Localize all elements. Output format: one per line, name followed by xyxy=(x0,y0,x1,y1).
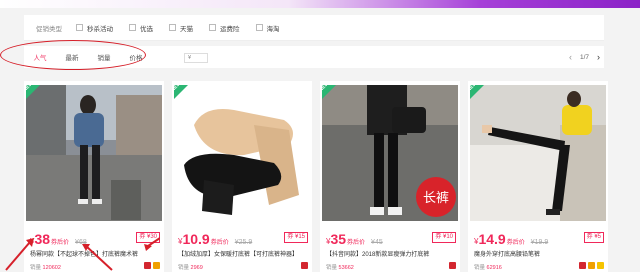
original-price: ¥19.9 xyxy=(530,239,549,246)
sales-count: 销量 2969 xyxy=(178,265,203,271)
checkbox[interactable] xyxy=(129,24,136,31)
product-card[interactable]: NEW ¥ 14.9 券后价 ¥19.9 券 ¥5 魔身外穿打底高腰铅笔裤 销量… xyxy=(468,81,608,272)
product-card[interactable]: 长裤 NEW ¥ 35 券后价 ¥45 券 ¥10 【抖音同款】2018新款显瘦… xyxy=(320,81,460,272)
top-gradient-banner xyxy=(0,0,640,8)
product-title[interactable]: 杨幂同款【不起球不掉色】打底裤魔术裤 xyxy=(30,249,160,258)
gold-medal-icon xyxy=(588,262,595,269)
pager: ‹ 1/7 › xyxy=(569,52,600,62)
price: 35 xyxy=(330,231,347,247)
gold-medal-icon xyxy=(153,262,160,269)
product-image[interactable]: 长裤 NEW xyxy=(322,85,458,221)
sales-count: 销量 53662 xyxy=(326,265,354,271)
product-card[interactable]: NEW ¥ 38 券后价 ¥68 券 ¥30 杨幂同款【不起球不掉色】打底裤魔术… xyxy=(24,81,164,272)
sales-count: 销量 120602 xyxy=(30,265,61,271)
original-price: ¥68 xyxy=(75,239,87,246)
coupon-badge[interactable]: 券 ¥10 xyxy=(432,232,456,243)
product-card[interactable]: NEW ¥ 10.9 券后价 ¥25.9 券 ¥15 【加绒加厚】女保暖打底裤【… xyxy=(172,81,312,272)
tmall-icon xyxy=(579,262,586,269)
page-indicator: 1/7 xyxy=(579,53,589,61)
original-price: ¥45 xyxy=(371,239,383,246)
original-price: ¥25.9 xyxy=(234,239,253,246)
promotion-filter-row: 促销类型 秒杀活动 优选 天猫 运费险 海淘 xyxy=(24,15,604,41)
price: 10.9 xyxy=(182,231,210,247)
filter-option-seckill[interactable]: 秒杀活动 xyxy=(76,23,113,33)
filter-option-preferred[interactable]: 优选 xyxy=(129,23,153,33)
price-suffix: 券后价 xyxy=(347,240,366,246)
price: 38 xyxy=(34,231,51,247)
product-title[interactable]: 魔身外穿打底高腰铅笔裤 xyxy=(474,249,604,258)
checkbox[interactable] xyxy=(169,24,176,31)
product-image[interactable]: NEW xyxy=(26,85,162,221)
coupon-badge[interactable]: 券 ¥30 xyxy=(136,232,160,243)
star-icon xyxy=(597,262,604,269)
shop-icons xyxy=(449,262,456,269)
checkbox[interactable] xyxy=(209,24,216,31)
checkbox[interactable] xyxy=(255,24,263,31)
price-suffix: 券后价 xyxy=(51,240,70,246)
filter-option-tmall[interactable]: 天猫 xyxy=(169,23,193,33)
annotation-ellipse xyxy=(0,40,146,70)
overlay-label: 长裤 xyxy=(423,191,449,206)
shop-icons xyxy=(579,262,604,269)
product-image[interactable]: NEW xyxy=(470,85,606,221)
filter-option-shipping-insurance[interactable]: 运费险 xyxy=(209,23,240,33)
product-title[interactable]: 【抖音同款】2018新款显瘦弹力打底裤 xyxy=(326,249,456,258)
sales-count: 销量 62916 xyxy=(474,265,502,271)
shop-icons xyxy=(144,262,160,269)
next-page-icon[interactable]: › xyxy=(597,52,600,62)
price-suffix: 券后价 xyxy=(210,240,229,246)
filter-label: 促销类型 xyxy=(36,25,62,33)
tmall-icon xyxy=(301,262,308,269)
coupon-badge[interactable]: 券 ¥5 xyxy=(583,232,604,243)
product-image[interactable]: NEW xyxy=(174,85,310,221)
tmall-icon xyxy=(144,262,151,269)
tmall-icon xyxy=(449,262,456,269)
checkbox[interactable] xyxy=(76,24,83,31)
prev-page-icon[interactable]: ‹ xyxy=(569,52,572,62)
coupon-badge[interactable]: 券 ¥15 xyxy=(284,232,308,243)
price: 14.9 xyxy=(478,231,506,247)
filter-option-overseas[interactable]: 海淘 xyxy=(255,23,280,33)
product-title[interactable]: 【加绒加厚】女保暖打底裤【可打底裤神器】 xyxy=(178,249,308,258)
price-min-input[interactable]: ¥ xyxy=(184,53,208,63)
shop-icons xyxy=(301,262,308,269)
price-suffix: 券后价 xyxy=(506,240,525,246)
